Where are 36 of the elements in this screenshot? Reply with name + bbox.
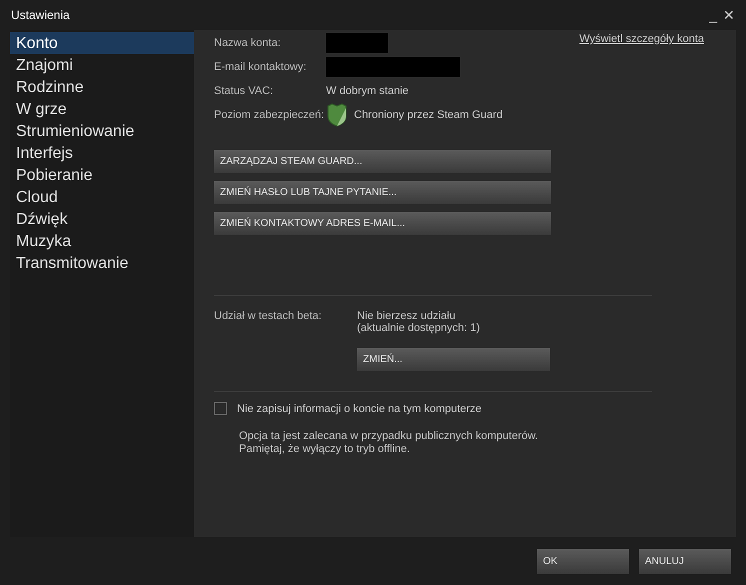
action-button[interactable]: ZMIEŃ KONTAKTOWY ADRES E-MAIL... (214, 212, 551, 235)
close-button[interactable]: ✕ (720, 7, 738, 23)
action-button[interactable]: ZMIEŃ HASŁO LUB TAJNE PYTANIE... (214, 181, 551, 204)
beta-available: (aktualnie dostępnych: 1) (357, 322, 481, 334)
sidebar-item[interactable]: Rodzinne (10, 76, 194, 98)
minimize-button[interactable]: _ (706, 7, 720, 23)
field-value: Chroniony przez Steam Guard (354, 109, 503, 121)
sidebar-item[interactable]: Konto (10, 32, 194, 54)
beta-label: Udział w testach beta: (214, 310, 323, 324)
sidebar-item[interactable]: Interfejs (10, 142, 194, 164)
beta-status: Nie bierzesz udziału (357, 310, 456, 322)
sidebar-item[interactable]: W grze (10, 98, 194, 120)
change-button[interactable]: ZMIEŃ... (357, 348, 550, 371)
field-label: E-mail kontaktowy: (214, 61, 308, 73)
redaction-bar (326, 33, 388, 53)
field-label: Nazwa konta: (214, 37, 282, 49)
sidebar-item[interactable]: Znajomi (10, 54, 194, 76)
action-button[interactable]: ZARZĄDZAJ STEAM GUARD... (214, 150, 551, 173)
note-text: Opcja ta jest zalecana w przypadku publicznych komputerów. (239, 430, 539, 443)
sidebar-item[interactable]: Cloud (10, 186, 194, 208)
checkbox[interactable] (214, 402, 227, 415)
field-label: Poziom zabezpieczeń: (214, 109, 326, 121)
checkbox-label[interactable]: Nie zapisuj informacji o koncie na tym komputerze (237, 402, 482, 414)
account-details-link[interactable]: Wyświetl szczegóły konta (579, 33, 704, 45)
shield-icon (326, 103, 348, 127)
field-label: Status VAC: (214, 85, 274, 97)
sidebar-item[interactable]: Strumieniowanie (10, 120, 194, 142)
note-text: Pamiętaj, że wyłączy to tryb offline. (239, 443, 411, 456)
field-value: W dobrym stanie (326, 85, 409, 97)
sidebar-item[interactable]: Muzyka (10, 230, 194, 252)
sidebar-item[interactable]: Dźwięk (10, 208, 194, 230)
dialog-button[interactable]: ANULUJ (639, 548, 731, 574)
sidebar-item[interactable]: Pobieranie (10, 164, 194, 186)
window-title: Ustawienia (11, 8, 71, 22)
sidebar-item[interactable]: Transmitowanie (10, 252, 194, 274)
dialog-button[interactable]: OK (537, 548, 629, 574)
